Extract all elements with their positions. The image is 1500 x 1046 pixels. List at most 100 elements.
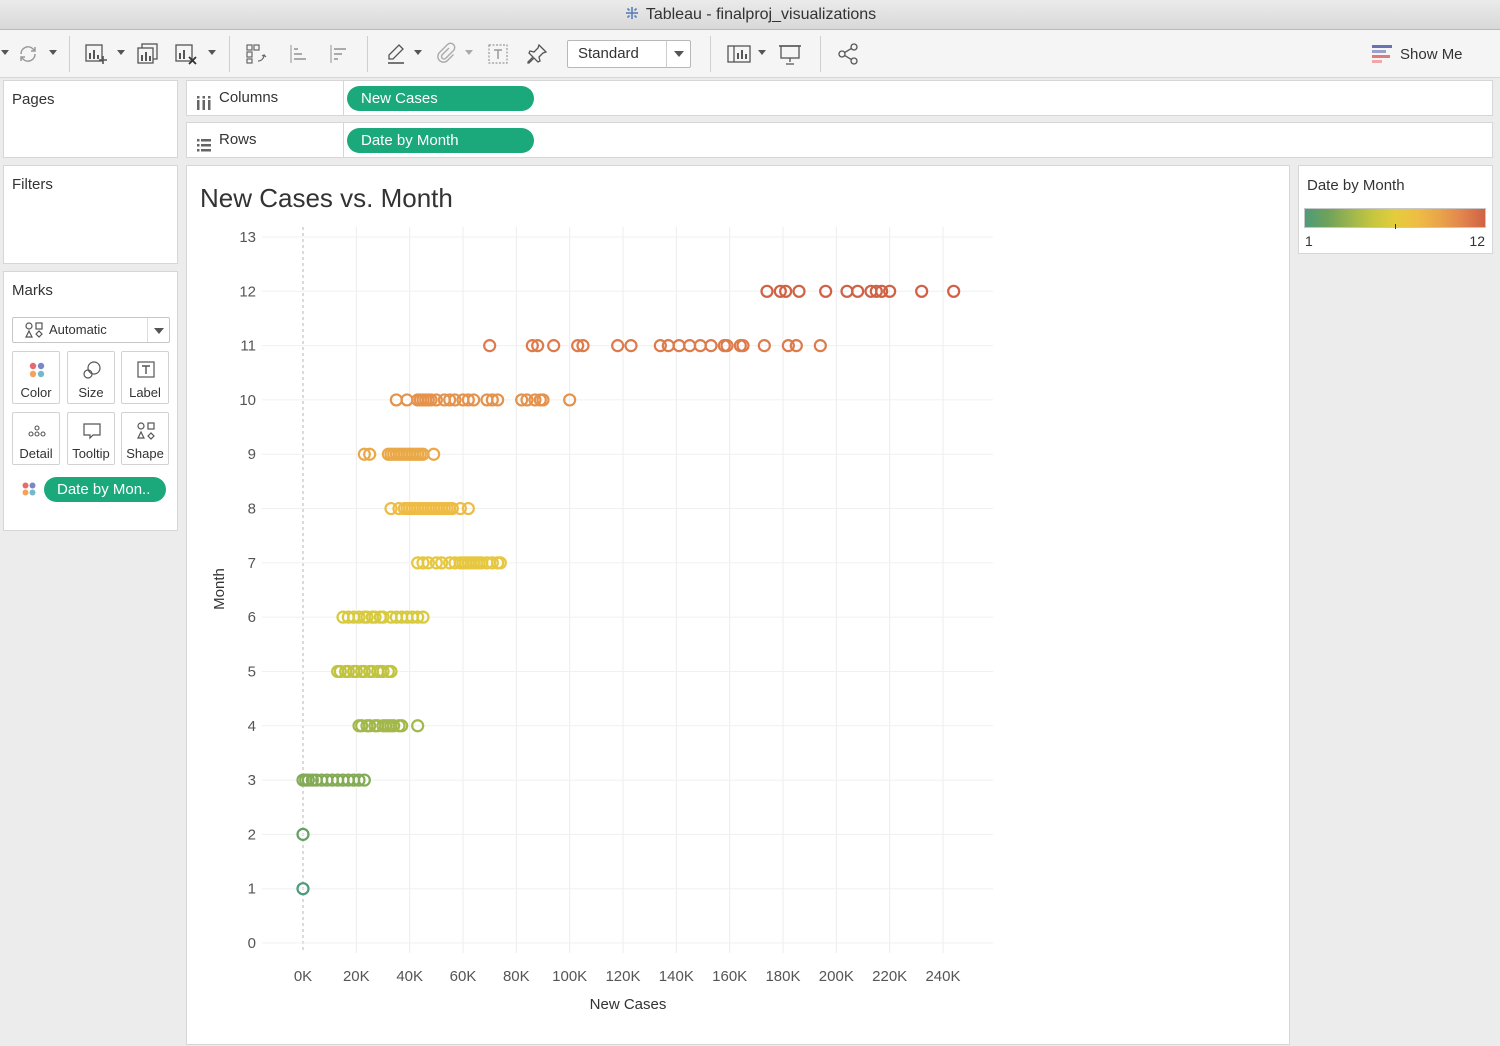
label-label: Label	[129, 385, 161, 400]
y-tick-label: 7	[248, 555, 256, 572]
y-tick-label: 13	[239, 229, 256, 246]
share-icon[interactable]	[834, 38, 862, 70]
mark-type-value: Automatic	[49, 322, 107, 337]
show-me-label: Show Me	[1400, 45, 1463, 63]
color-icon	[21, 481, 37, 497]
columns-label: Columns	[219, 89, 279, 106]
x-tick-label: 180K	[765, 968, 800, 985]
filters-card[interactable]: Filters	[3, 165, 178, 264]
cards-layout-icon[interactable]	[724, 38, 754, 70]
tooltip-button[interactable]: Tooltip	[67, 412, 115, 465]
mark-type-dropdown[interactable]: Automatic	[12, 317, 170, 343]
pages-card[interactable]: Pages	[3, 80, 178, 158]
toolbar-separator	[710, 36, 711, 72]
pages-title: Pages	[12, 91, 55, 108]
x-tick-label: 20K	[343, 968, 370, 985]
window-title: Tableau - finalproj_visualizations	[645, 6, 877, 23]
pin-icon[interactable]	[523, 38, 551, 70]
y-tick-label: 6	[248, 609, 256, 626]
highlight-pen-icon[interactable]	[382, 38, 410, 70]
x-tick-label: 80K	[503, 968, 530, 985]
columns-pill[interactable]: New Cases	[347, 86, 534, 111]
chevron-down-icon[interactable]	[1, 50, 9, 55]
new-worksheet-icon[interactable]	[82, 38, 110, 70]
legend-title: Date by Month	[1307, 177, 1405, 194]
shape-label: Shape	[126, 446, 164, 461]
refresh-icon[interactable]	[14, 38, 42, 70]
y-tick-label: 10	[239, 392, 256, 409]
color-icon	[27, 360, 47, 380]
show-me-button[interactable]: Show Me	[1372, 42, 1463, 66]
group-paperclip-icon[interactable]	[432, 38, 460, 70]
scatter-chart[interactable]: 0K 20K 40K 60K 80K 100K 120K 140K 160K 180K 200K 22…	[187, 166, 1291, 1046]
fit-value: Standard	[578, 45, 639, 62]
chevron-down-icon[interactable]	[666, 41, 690, 67]
tableau-logo-icon	[624, 2, 640, 19]
duplicate-sheet-icon[interactable]	[134, 38, 162, 70]
size-button[interactable]: Size	[67, 351, 115, 404]
swap-rows-columns-icon[interactable]	[242, 38, 270, 70]
color-button[interactable]: Color	[12, 351, 60, 404]
toolbar-separator	[229, 36, 230, 72]
tooltip-icon	[82, 421, 102, 441]
fit-dropdown[interactable]: Standard	[567, 40, 691, 68]
toolbar-separator	[820, 36, 821, 72]
y-tick-label: 2	[248, 826, 256, 843]
x-tick-label: 100K	[552, 968, 587, 985]
rows-label: Rows	[219, 131, 257, 148]
chevron-down-icon[interactable]	[147, 318, 169, 342]
y-tick-label: 0	[248, 935, 256, 952]
rows-pill[interactable]: Date by Month	[347, 128, 534, 153]
x-tick-label: 0K	[294, 968, 312, 985]
chevron-down-icon[interactable]	[117, 50, 125, 55]
y-tick-label: 5	[248, 663, 256, 680]
tooltip-label: Tooltip	[72, 446, 110, 461]
marks-card: Marks Automatic Color Size Label Detail	[3, 271, 178, 531]
columns-shelf-label: Columns	[187, 81, 344, 115]
y-tick-label: 4	[248, 718, 256, 735]
x-tick-label: 160K	[712, 968, 747, 985]
columns-shelf[interactable]: Columns New Cases	[186, 80, 1493, 116]
detail-label: Detail	[19, 446, 53, 461]
color-field-pill[interactable]: Date by Mon..	[44, 477, 166, 502]
x-tick-label: 240K	[925, 968, 960, 985]
detail-button[interactable]: Detail	[12, 412, 60, 465]
x-tick-label: 40K	[396, 968, 423, 985]
chevron-down-icon[interactable]	[758, 50, 766, 55]
presentation-mode-icon[interactable]	[776, 38, 804, 70]
chevron-down-icon[interactable]	[49, 50, 57, 55]
filters-title: Filters	[12, 176, 53, 193]
color-label: Color	[20, 385, 52, 400]
x-tick-label: 120K	[605, 968, 640, 985]
size-label: Size	[78, 385, 104, 400]
y-tick-label: 12	[239, 283, 256, 300]
x-tick-label: 140K	[659, 968, 694, 985]
label-button[interactable]: Label	[121, 351, 169, 404]
sort-ascending-icon[interactable]	[284, 38, 312, 70]
visualization-pane[interactable]: New Cases vs. Month 0K 20K 40K 60K 80K 100K 12…	[186, 165, 1290, 1045]
show-mark-labels-icon[interactable]	[484, 38, 512, 70]
shape-button[interactable]: Shape	[121, 412, 169, 465]
chevron-down-icon[interactable]	[465, 50, 473, 55]
toolbar-separator	[367, 36, 368, 72]
rows-icon	[196, 132, 212, 152]
chevron-down-icon[interactable]	[208, 50, 216, 55]
rows-shelf[interactable]: Rows Date by Month	[186, 122, 1493, 158]
x-tick-label: 200K	[819, 968, 854, 985]
y-tick-label: 1	[248, 881, 256, 898]
sort-descending-icon[interactable]	[324, 38, 352, 70]
clear-sheet-icon[interactable]	[172, 38, 200, 70]
y-axis-title: Month	[211, 568, 228, 610]
toolbar-separator	[69, 36, 70, 72]
chevron-down-icon[interactable]	[414, 50, 422, 55]
marks-title: Marks	[12, 282, 53, 299]
legend-min-label: 1	[1305, 233, 1313, 249]
y-tick-label: 8	[248, 501, 256, 518]
size-icon	[82, 360, 102, 380]
shape-icon	[136, 421, 156, 441]
color-legend[interactable]: Date by Month 1 12	[1298, 165, 1493, 254]
automatic-shapes-icon	[25, 322, 43, 338]
legend-tick	[1395, 224, 1396, 229]
y-tick-label: 11	[240, 338, 256, 355]
toolbar: Standard Show Me	[0, 30, 1500, 78]
